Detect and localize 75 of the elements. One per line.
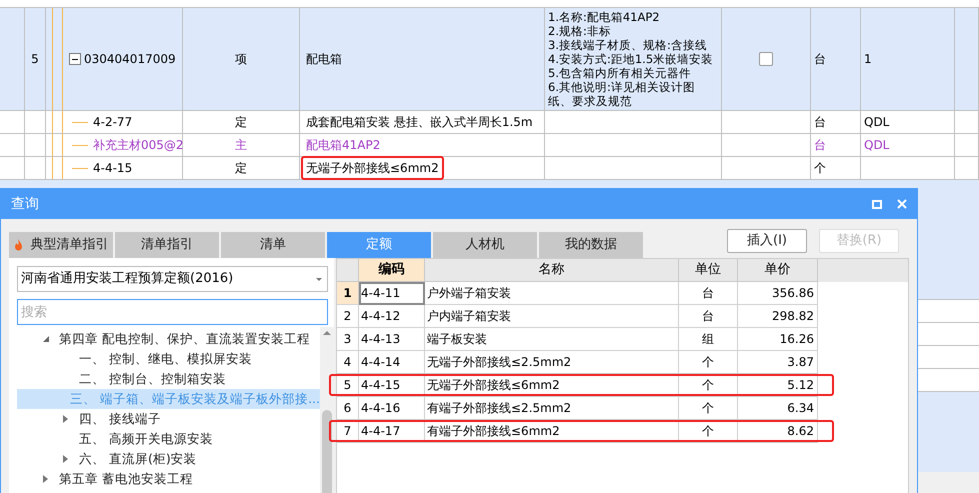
unit-cell: 台: [679, 282, 738, 305]
search-field[interactable]: 搜索: [17, 299, 328, 325]
tree-item[interactable]: 六、 直流屏(柜)安装: [17, 449, 320, 469]
maximize-icon[interactable]: [872, 200, 882, 208]
unit-cell: 台: [679, 305, 738, 328]
dropdown-caret-icon: [316, 278, 322, 280]
tree-item[interactable]: 四、 接线端子: [17, 409, 320, 429]
name-cell: 无端子外部接线≤2.5mm2: [425, 351, 679, 374]
close-icon[interactable]: [897, 199, 907, 209]
tab[interactable]: 清单: [221, 232, 325, 258]
item-name: 成套配电箱安装 悬挂、嵌入式半周长1.5m: [305, 114, 534, 131]
code-cell[interactable]: 4-4-14: [359, 351, 425, 374]
flame-icon: [14, 239, 22, 251]
tab[interactable]: 清单指引: [115, 232, 219, 258]
collapse-icon[interactable]: [69, 53, 81, 65]
library-dropdown[interactable]: 河南省通用安装工程预算定额(2016): [17, 266, 328, 292]
unit-cell: 个: [679, 397, 738, 420]
code-cell[interactable]: 4-4-15: [359, 374, 425, 397]
price-cell: 356.86: [738, 282, 818, 305]
column-header[interactable]: 名称: [425, 259, 679, 282]
unit-cell: 组: [679, 328, 738, 351]
price-cell: 5.12: [738, 374, 818, 397]
name-cell: 户内端子箱安装: [425, 305, 679, 328]
item-name: 配电箱: [305, 51, 343, 68]
insert-button[interactable]: 插入(I): [727, 229, 807, 253]
row-number: 2: [337, 305, 359, 328]
code-cell[interactable]: 4-4-11: [359, 282, 425, 305]
row-number: 7: [337, 420, 359, 443]
item-name: 无端子外部接线≤6mm2: [301, 156, 444, 180]
unit-cell: 个: [679, 420, 738, 443]
row-number: 6: [337, 397, 359, 420]
price-cell: 16.26: [738, 328, 818, 351]
tree-item[interactable]: 二、 控制台、控制箱安装: [17, 369, 320, 389]
price-cell: 3.87: [738, 351, 818, 374]
name-cell: 有端子外部接线≤6mm2: [425, 420, 679, 443]
tree-item[interactable]: 一、 控制、继电、模拟屏安装: [17, 349, 320, 369]
collapsed-triangle-icon[interactable]: [43, 475, 48, 483]
unit-cell: 个: [679, 351, 738, 374]
item-code: 030404017009: [84, 51, 176, 68]
collapsed-triangle-icon[interactable]: [63, 455, 68, 463]
name-cell: 有端子外部接线≤2.5mm2: [425, 397, 679, 420]
tree-item[interactable]: 第四章 配电控制、保护、直流装置安装工程: [17, 329, 320, 349]
tree-item[interactable]: 第五章 蓄电池安装工程: [17, 469, 320, 489]
collapsed-triangle-icon[interactable]: [63, 415, 68, 423]
column-header[interactable]: 编码: [359, 259, 425, 282]
item-code: 补充主材005@2: [93, 137, 184, 154]
tab[interactable]: 我的数据: [539, 232, 643, 258]
name-cell: 端子板安装: [425, 328, 679, 351]
tab[interactable]: 典型清单指引: [9, 232, 113, 258]
name-cell: 无端子外部接线≤6mm2: [425, 374, 679, 397]
name-cell: 户外端子箱安装: [425, 282, 679, 305]
column-header[interactable]: 单价: [738, 259, 818, 282]
checkbox[interactable]: [759, 52, 773, 66]
price-cell: 6.34: [738, 397, 818, 420]
code-cell[interactable]: 4-4-13: [359, 328, 425, 351]
price-cell: 8.62: [738, 420, 818, 443]
row-number: 5: [337, 374, 359, 397]
scrollbar[interactable]: [320, 327, 334, 493]
dialog-title: 查询: [11, 194, 40, 214]
item-name: 配电箱41AP2: [305, 137, 382, 154]
expanded-triangle-icon[interactable]: [43, 336, 49, 342]
column-header[interactable]: 单位: [679, 259, 738, 282]
code-cell[interactable]: 4-4-12: [359, 305, 425, 328]
unit-cell: 个: [679, 374, 738, 397]
row-number: 4: [337, 351, 359, 374]
item-code: 4-4-15: [93, 160, 132, 177]
tab[interactable]: 人材机: [433, 232, 537, 258]
row-number: 3: [337, 328, 359, 351]
code-cell[interactable]: 4-4-16: [359, 397, 425, 420]
tree-item[interactable]: 五、 高频开关电源安装: [17, 429, 320, 449]
item-code: 4-2-77: [93, 114, 132, 131]
item-features: 1.名称:配电箱41AP2 2.规格:非标 3.接线端子材质、规格:含接线 4.安装方式:距地1.5米嵌墙安装 5.包含箱内所有相关元器件 6.其他说明:详见相关设计图 纸、要求及规范: [548, 10, 714, 108]
price-cell: 298.82: [738, 305, 818, 328]
code-cell[interactable]: 4-4-17: [359, 420, 425, 443]
row-number: 1: [337, 282, 359, 305]
